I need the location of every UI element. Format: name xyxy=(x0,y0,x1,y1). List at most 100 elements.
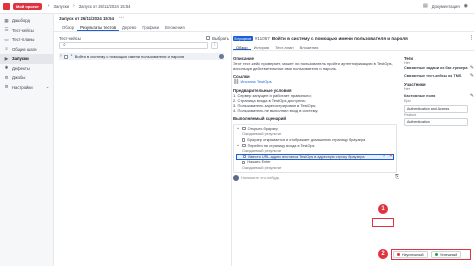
close-icon[interactable]: ✕ xyxy=(389,154,393,159)
detail-sidebar: Теги Нет Связанные задачи из баг-трекера… xyxy=(404,53,474,127)
sidebar-item-label: Дефекты xyxy=(12,65,30,71)
sidebar-item-settings[interactable]: ⚙ Настройки ⌄ xyxy=(0,83,53,93)
passed-label: Успешный xyxy=(440,252,458,257)
step-checkbox[interactable] xyxy=(242,160,246,165)
mark-passed-button[interactable]: Успешный xyxy=(431,251,462,258)
status-badge: В процессе xyxy=(233,36,253,41)
pane-divider[interactable] xyxy=(231,34,232,266)
breadcrumb-launches[interactable]: Запуски xyxy=(54,4,69,9)
project-selector[interactable]: Мой проект xyxy=(13,3,42,10)
tms-section[interactable]: Связанные тест-кейсы из TMS ✎ xyxy=(404,73,474,79)
avatar xyxy=(219,54,224,59)
detail-title: Войти в систему с помощью имени пользова… xyxy=(271,36,408,41)
bugtracker-section[interactable]: Связанные задачи из баг-трекера ✎ xyxy=(404,65,474,71)
annotation-marker-2: 2 xyxy=(378,249,388,259)
link-icon: ⛓ xyxy=(233,79,240,85)
case-checkbox[interactable] xyxy=(63,54,68,59)
more-icon[interactable]: ⋯ xyxy=(119,16,124,21)
step-checkbox[interactable] xyxy=(243,155,247,159)
edit-icon[interactable]: ✎ xyxy=(470,94,474,99)
select-all-label: Выбрать xyxy=(212,35,229,41)
testops-link[interactable]: ⛓ Инстанс TestOps xyxy=(233,79,399,85)
plan-icon: ▭ xyxy=(4,36,9,42)
sidebar-item-label: Настройки xyxy=(12,84,33,90)
sidebar-item-defects[interactable]: ✱ Дефекты xyxy=(0,64,53,74)
description-text: Этот тест-кейс проверяет, может ли польз… xyxy=(233,61,393,71)
comment-placeholder: Напишите что-нибудь xyxy=(241,175,280,180)
sidebar-item-test-cases[interactable]: ☰ Тест-кейсы xyxy=(0,26,53,36)
tab-test-results[interactable]: Результаты тестов xyxy=(77,23,120,31)
detail-tab-attachments[interactable]: Вложения xyxy=(297,44,322,50)
play-icon: ▶ xyxy=(4,55,9,61)
detail-tab-test-plan[interactable]: Тест-план xyxy=(272,44,297,50)
chevron-right-icon: › xyxy=(72,3,75,9)
failed-label: Неуспешный xyxy=(402,252,424,257)
link-label: Инстанс TestOps xyxy=(240,79,272,84)
top-bar: Мой проект › Запуски › Запуск от 26/11/2… xyxy=(0,0,474,14)
chevron-down-icon: ⌄ xyxy=(45,84,50,89)
tab-attachments[interactable]: Вложения xyxy=(162,23,188,31)
test-result-detail: В процессе #11057 Войти в систему с помо… xyxy=(233,34,474,266)
tab-overview[interactable]: Обзор xyxy=(59,23,77,31)
search-input[interactable]: ⌕ xyxy=(59,42,208,49)
tms-title: Связанные тест-кейсы из TMS xyxy=(404,73,462,78)
select-all[interactable]: Выбрать xyxy=(206,36,229,41)
sidebar-item-label: Тест-планы xyxy=(12,37,35,43)
detail-main: Описание Этот тест-кейс проверяет, может… xyxy=(233,53,399,181)
search-icon: ⌕ xyxy=(63,42,66,48)
page-title: Запуск от 26/11/2024 15:54 xyxy=(59,16,114,21)
feature-label: Feature xyxy=(404,112,417,117)
filter-icon: ⫶ xyxy=(213,42,216,48)
feature-value: Authentication xyxy=(404,118,468,127)
sidebar-item-dashboard[interactable]: ▦ Дашборд xyxy=(0,16,53,26)
highlight-outline-step xyxy=(372,218,394,227)
step-text: Ожидаемый результат xyxy=(242,132,282,137)
edit-icon[interactable]: ✎ xyxy=(470,65,474,71)
comment-input[interactable]: Напишите что-нибудь ⎘ xyxy=(233,174,399,181)
list-item[interactable]: › ◔ Войти в систему с помощью имени поль… xyxy=(59,53,224,60)
step-text: Нажать Enter xyxy=(247,160,271,165)
chevron-right-icon: › xyxy=(47,3,50,9)
select-all-checkbox[interactable] xyxy=(206,36,211,40)
detail-tab-overview[interactable]: Обзор xyxy=(233,44,251,50)
user-icon[interactable]: ◉ xyxy=(464,4,468,9)
tab-tree[interactable]: Дерево xyxy=(119,23,139,31)
sidebar-item-test-plans[interactable]: ▭ Тест-планы xyxy=(0,35,53,45)
bug-icon: ✱ xyxy=(4,65,9,70)
sidebar-item-shared-steps[interactable]: ≡ Общие шаги xyxy=(0,45,53,55)
edit-icon[interactable]: ✎ xyxy=(470,73,474,79)
step-text: Ожидаемый результат xyxy=(242,165,282,170)
jobs-icon: ⚙ xyxy=(4,74,9,80)
step-text: Перейти на страницу входа в TestOps xyxy=(247,143,315,148)
in-progress-icon: ◔ xyxy=(69,53,73,59)
check-icon[interactable]: ✓ xyxy=(383,154,387,159)
filter-button[interactable]: ⫶ xyxy=(211,42,218,49)
passed-dot-icon xyxy=(435,253,438,256)
detail-tab-history[interactable]: История xyxy=(251,44,273,50)
step-checkbox[interactable] xyxy=(242,127,246,131)
tab-charts[interactable]: Графики xyxy=(139,23,162,31)
dashboard-icon: ▦ xyxy=(4,17,9,23)
more-icon[interactable]: ⋮ xyxy=(469,36,474,41)
mark-failed-button[interactable]: Неуспешный xyxy=(393,251,428,258)
members-value: Нет xyxy=(404,86,411,91)
epic-label: Epic xyxy=(404,99,411,104)
expected-result-label: Ожидаемый результат xyxy=(236,165,394,171)
launch-tabs: Обзор Результаты тестов Дерево Графики В… xyxy=(54,23,474,32)
gear-icon: ⚙ xyxy=(4,84,9,89)
case-id: #11057 xyxy=(254,36,270,41)
attach-icon[interactable]: ⎘ xyxy=(395,175,399,180)
breadcrumb: › Запуски › Запуск от 26/11/2024 15:54 xyxy=(47,3,131,10)
sidebar-item-launches[interactable]: ▶ Запуски xyxy=(0,54,53,64)
chevron-down-icon: ⌄ xyxy=(236,142,241,149)
sidebar-item-jobs[interactable]: ⚙ Джобы xyxy=(0,73,53,83)
annotation-marker-1: 1 xyxy=(378,204,388,214)
sidebar: ▦ Дашборд ☰ Тест-кейсы ▭ Тест-планы ≡ Общие … xyxy=(0,14,54,266)
step-checkbox[interactable] xyxy=(242,138,246,142)
step-checkbox[interactable] xyxy=(242,143,246,148)
breadcrumb-launch[interactable]: Запуск от 26/11/2024 15:54 xyxy=(79,4,131,9)
failed-dot-icon xyxy=(397,253,400,256)
docs-link[interactable]: Документация xyxy=(432,4,460,9)
epic-value: Authentication and Access xyxy=(404,104,468,113)
chevron-down-icon: ⌄ xyxy=(236,125,241,132)
